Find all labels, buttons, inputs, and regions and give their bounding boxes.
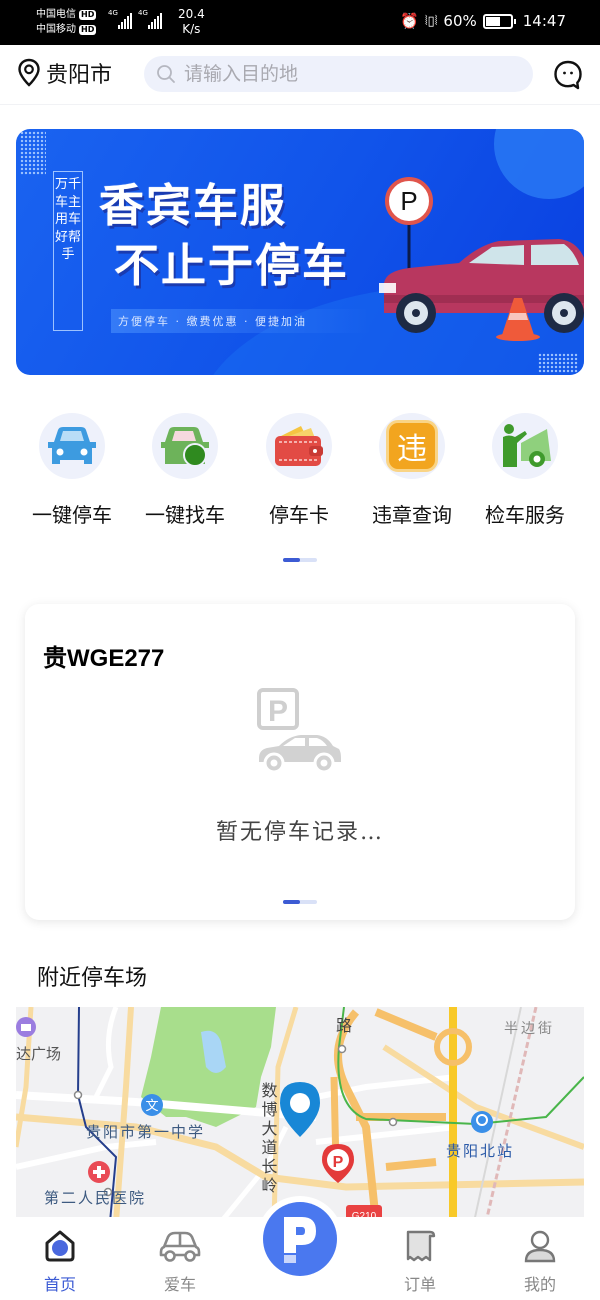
network-type: 4G	[138, 9, 148, 17]
search-input[interactable]	[184, 63, 484, 85]
banner-tagline: 方便停车 · 缴费优惠 · 便捷加油	[118, 315, 307, 328]
receipt-icon	[406, 1230, 436, 1262]
city-selector[interactable]: 贵阳市	[16, 57, 112, 89]
nav-label: 爱车	[163, 1275, 196, 1294]
parking-pin-letter: P	[333, 1154, 344, 1171]
nearby-parking-title: 附近停车场	[37, 966, 148, 991]
blue-car-icon	[48, 427, 96, 464]
quick-item-parking-card[interactable]: 停车卡	[244, 405, 354, 528]
nav-my-car[interactable]: 爱车	[140, 1229, 220, 1295]
quick-item-label: 一键停车	[32, 503, 112, 527]
signal-icon: 4G	[138, 9, 162, 29]
search-icon	[157, 65, 175, 83]
vibrate-icon: ⦚▯⦚	[424, 13, 438, 29]
speed-unit: K/s	[182, 22, 201, 36]
car-inspection-icon	[503, 424, 551, 467]
search-bar[interactable]	[144, 56, 533, 92]
empty-record-text: 暂无停车记录…	[215, 820, 384, 845]
nav-profile[interactable]: 我的	[500, 1229, 580, 1295]
banner-title-line1: 香宾车服	[99, 179, 288, 232]
carrier-1: 中国电信	[36, 9, 76, 20]
violation-icon: 违	[386, 420, 438, 472]
nav-label: 首页	[43, 1275, 76, 1294]
empty-parking-icon: P	[257, 688, 341, 774]
signal-icon: 4G	[108, 9, 132, 29]
quick-item-car-inspection[interactable]: 检车服务	[470, 405, 580, 528]
hd-badge: HD	[79, 24, 97, 35]
banner-title-line2: 不止于停车	[114, 239, 350, 292]
car-parking-illustration: P	[379, 177, 584, 341]
sign-letter: P	[400, 186, 417, 216]
alarm-icon: ⏰	[400, 12, 419, 30]
decor-dots	[538, 353, 578, 373]
car-icon	[159, 1231, 201, 1262]
railway-station-icon	[471, 1111, 493, 1133]
top-bar: 贵阳市	[0, 45, 600, 105]
empty-sign-letter: P	[268, 695, 288, 728]
battery-percent: 60%	[443, 12, 477, 30]
carrier-info: 中国电信 HD 中国移动 HD	[36, 7, 97, 37]
shopping-poi-icon	[16, 1017, 36, 1037]
nav-label: 我的	[523, 1275, 556, 1294]
quick-item-label: 一键找车	[145, 503, 225, 527]
quick-item-find-car[interactable]: 一键找车	[130, 405, 240, 528]
quick-item-one-key-park[interactable]: 一键停车	[17, 405, 127, 528]
city-name: 贵阳市	[46, 63, 113, 88]
clock: 14:47	[522, 12, 566, 30]
quick-menu: 一键停车 一键找车 停车卡 违 违章查询 检车服务	[0, 405, 600, 528]
wallet-card-icon	[275, 426, 323, 466]
map-label-school: 贵阳市第一中学	[86, 1123, 205, 1141]
record-pager	[283, 900, 317, 904]
quick-item-label: 停车卡	[269, 503, 329, 527]
battery-icon	[482, 13, 516, 29]
decor-dots	[20, 131, 46, 175]
banner-vertical-slogan: 万千车主用车好帮手	[53, 171, 83, 331]
quick-item-label: 检车服务	[485, 503, 565, 527]
user-icon	[524, 1230, 556, 1263]
map-canvas: G210 文 达广场 贵阳市第一中学 第二人民医院 数博大道长岭 路 半边街 贵…	[16, 1007, 584, 1222]
nav-center-parking-button[interactable]	[257, 1196, 343, 1282]
hd-badge: HD	[79, 9, 97, 20]
find-car-icon	[161, 427, 209, 467]
speed-value: 20.4	[178, 7, 205, 21]
home-icon	[45, 1230, 75, 1262]
carrier-2: 中国移动	[36, 24, 76, 35]
map-label-avenue: 数博大道长岭	[259, 1082, 278, 1196]
hospital-poi-icon	[88, 1161, 110, 1183]
nav-label: 订单	[403, 1275, 436, 1294]
map-label-plaza: 达广场	[16, 1045, 61, 1063]
network-speed: 20.4 K/s	[178, 7, 205, 37]
school-glyph: 文	[145, 1099, 158, 1114]
map-label-street: 半边街	[504, 1021, 555, 1037]
location-pin-icon	[18, 58, 40, 87]
chat-bubble-icon[interactable]	[552, 59, 584, 91]
nav-home[interactable]: 首页	[20, 1229, 100, 1295]
nearby-map[interactable]: G210 文 达广场 贵阳市第一中学 第二人民医院 数博大道长岭 路 半边街 贵…	[16, 1007, 584, 1222]
promo-banner[interactable]: 万千车主用车好帮手 香宾车服 不止于停车 方便停车 · 缴费优惠 · 便捷加油 …	[16, 129, 584, 375]
parking-center-icon	[284, 1217, 316, 1263]
quick-menu-pager	[283, 558, 317, 562]
map-label-road: 路	[336, 1016, 352, 1035]
school-poi-icon: 文	[141, 1094, 163, 1116]
quick-item-violation-query[interactable]: 违 违章查询	[357, 405, 467, 528]
status-bar: 中国电信 HD 中国移动 HD 4G 4G 20.4 K/s ⏰ ⦚▯⦚ 60% 1…	[0, 0, 600, 45]
nav-orders[interactable]: 订单	[380, 1229, 460, 1295]
license-plate: 贵WGE277	[43, 645, 165, 672]
map-label-hospital: 第二人民医院	[44, 1189, 146, 1207]
network-type: 4G	[108, 9, 118, 17]
parking-record-card[interactable]: 贵WGE277 P 暂无停车记录…	[25, 604, 575, 920]
quick-item-label: 违章查询	[372, 503, 452, 527]
map-label-station: 贵阳北站	[446, 1142, 514, 1160]
signal-icons: 4G 4G	[108, 9, 162, 29]
